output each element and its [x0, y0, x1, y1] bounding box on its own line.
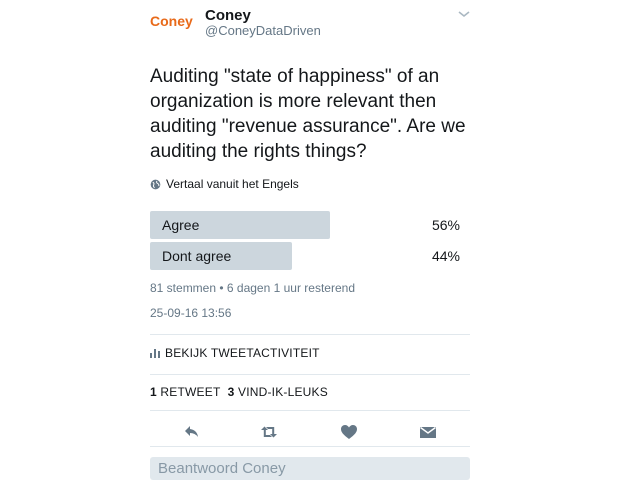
tweet-activity-link[interactable]: BEKIJK TWEETACTIVITEIT	[150, 346, 320, 360]
retweet-icon[interactable]	[259, 422, 279, 442]
timestamp[interactable]: 25-09-16 13:56	[150, 306, 231, 320]
poll-option-agree: Agree 56%	[150, 211, 462, 239]
tweet-activity-label: BEKIJK TWEETACTIVITEIT	[165, 346, 320, 360]
retweet-label[interactable]: RETWEET	[160, 385, 220, 399]
divider	[150, 410, 470, 411]
poll-option-percent: 56%	[431, 217, 460, 233]
divider	[150, 334, 470, 335]
reply-input[interactable]: Beantwoord Coney	[150, 457, 470, 480]
envelope-icon[interactable]	[418, 422, 438, 442]
display-name[interactable]: Coney	[205, 7, 251, 24]
translate-label: Vertaal vanuit het Engels	[166, 177, 299, 191]
poll-option-percent: 44%	[431, 248, 460, 264]
poll-option-label: Dont agree	[162, 248, 232, 264]
poll-option-dont-agree: Dont agree 44%	[150, 242, 462, 270]
avatar[interactable]: Coney	[150, 8, 198, 34]
tweet-text: Auditing "state of happiness" of an orga…	[150, 66, 466, 162]
user-handle[interactable]: @ConeyDataDriven	[205, 23, 321, 38]
bar-chart-icon	[150, 349, 160, 358]
like-label[interactable]: VIND-IK-LEUKS	[238, 385, 328, 399]
poll-option-label: Agree	[162, 217, 200, 233]
tweet-stats: 1 RETWEET 3 VIND-IK-LEUKS	[150, 385, 328, 399]
tweet-detail: Coney Coney @ConeyDataDriven Auditing "s…	[0, 0, 640, 480]
heart-icon[interactable]	[339, 422, 359, 442]
translate-link[interactable]: Vertaal vanuit het Engels	[150, 177, 299, 191]
poll-meta: 81 stemmen • 6 dagen 1 uur resterend	[150, 281, 355, 295]
like-count[interactable]: 3	[228, 385, 235, 399]
retweet-count[interactable]: 1	[150, 385, 157, 399]
divider	[150, 374, 470, 375]
action-bar	[150, 420, 470, 444]
divider	[150, 446, 470, 447]
chevron-down-icon[interactable]	[457, 9, 471, 19]
logo-text: Coney	[150, 13, 193, 29]
reply-icon[interactable]	[182, 422, 202, 442]
globe-icon	[150, 179, 161, 189]
